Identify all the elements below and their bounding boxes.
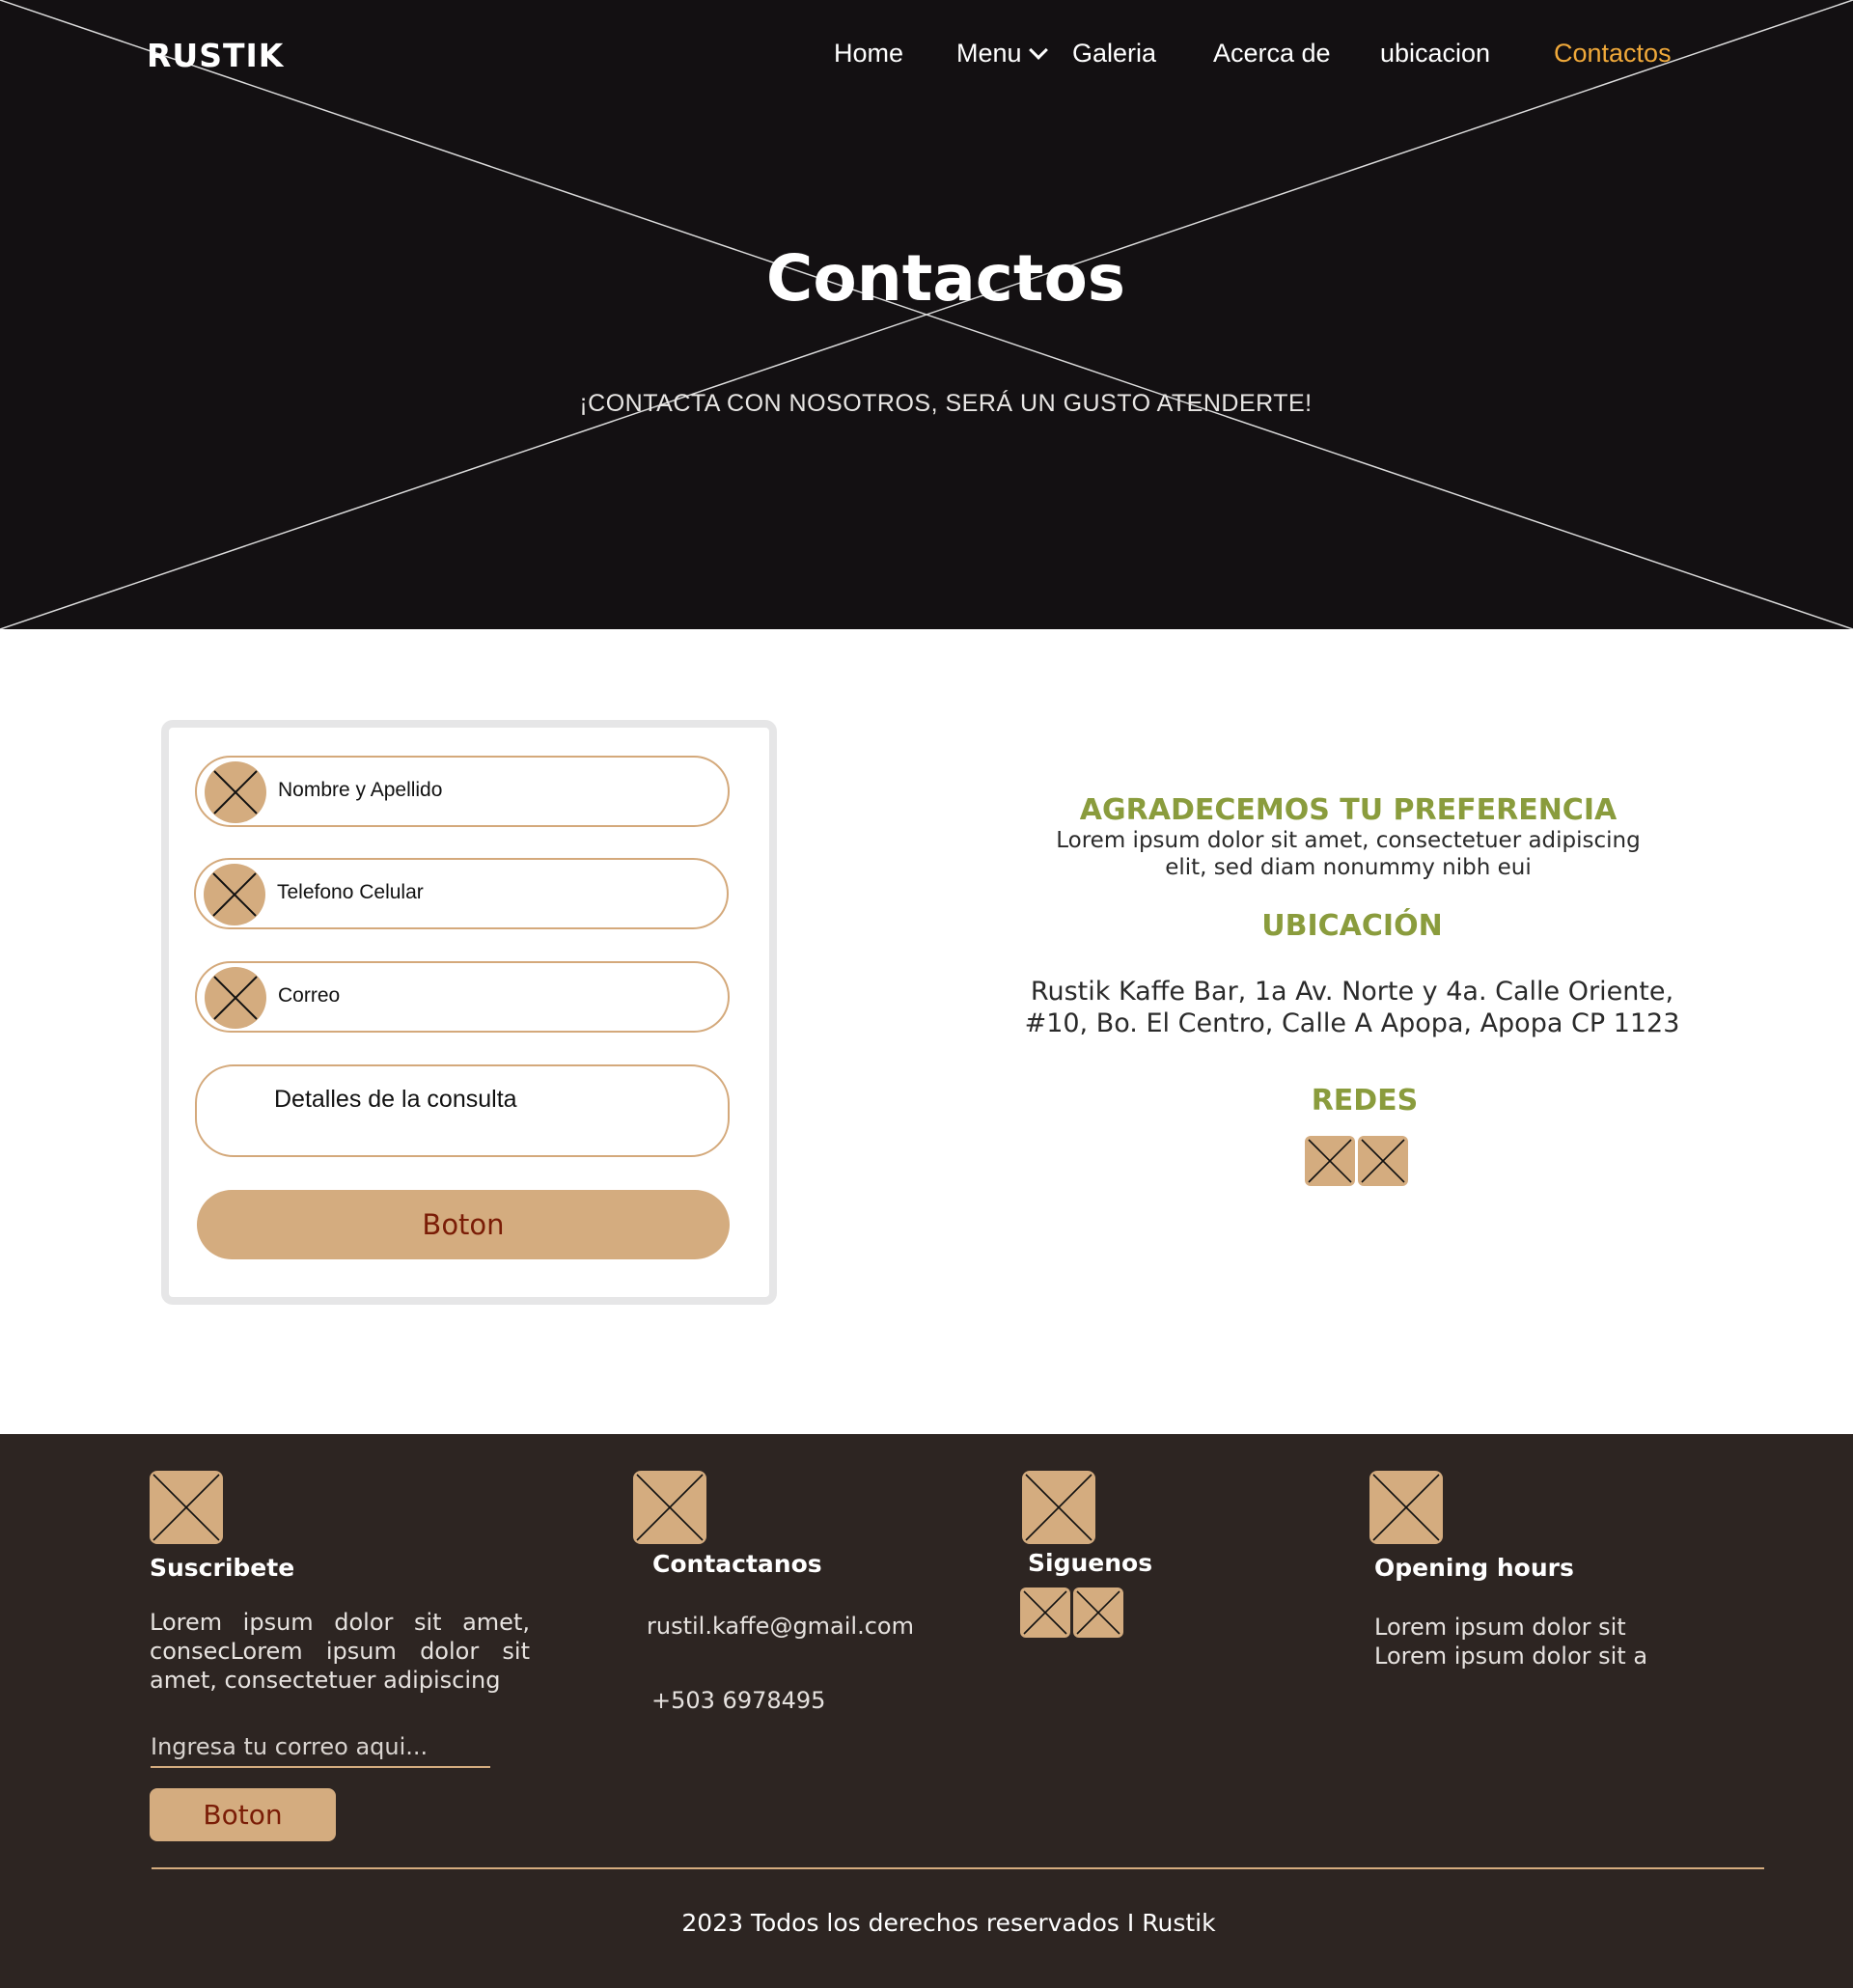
contact-email-link[interactable]: rustil.kaffe@gmail.com <box>647 1612 914 1641</box>
nav-menu[interactable]: Menu <box>956 39 1048 69</box>
nav-contactos[interactable]: Contactos <box>1554 39 1672 69</box>
hours-line2: Lorem ipsum dolor sit a <box>1374 1643 1648 1670</box>
follow-heading: Siguenos <box>1028 1549 1153 1577</box>
nav-ubicacion[interactable]: ubicacion <box>1380 39 1490 69</box>
location-heading: UBICACIÓN <box>1261 909 1443 943</box>
chevron-down-icon <box>1028 41 1048 60</box>
email-field-label: Correo <box>278 984 341 1007</box>
subscribe-button[interactable]: Boton <box>150 1788 336 1841</box>
placeholder-image-icon <box>204 864 265 925</box>
contact-icon <box>633 1471 706 1544</box>
brand-logo[interactable]: RUSTIK <box>147 37 284 74</box>
hours-heading: Opening hours <box>1374 1554 1574 1582</box>
hours-icon <box>1369 1471 1443 1544</box>
hero-banner: RUSTIK Home Menu Galeria Acerca de ubica… <box>0 0 1853 629</box>
social-link-icon[interactable] <box>1305 1136 1355 1186</box>
thanks-heading: AGRADECEMOS TU PREFERENCIA <box>1079 793 1618 827</box>
copyright-text: 2023 Todos los derechos reservados I Rus… <box>681 1909 1216 1937</box>
contact-heading: Contactanos <box>652 1550 822 1578</box>
phone-field[interactable]: Telefono Celular <box>194 858 729 929</box>
thanks-text-line2: elit, sed diam nonummy nibh eui <box>1165 855 1532 880</box>
nav-acerca-de[interactable]: Acerca de <box>1213 39 1331 69</box>
contact-phone-link[interactable]: +503 6978495 <box>651 1686 825 1715</box>
placeholder-image-icon <box>205 761 266 823</box>
subscribe-heading: Suscribete <box>150 1554 295 1582</box>
phone-field-label: Telefono Celular <box>277 881 424 903</box>
nav-home[interactable]: Home <box>834 39 903 69</box>
address-line1: Rustik Kaffe Bar, 1a Av. Norte y 4a. Cal… <box>1030 977 1674 1007</box>
name-field[interactable]: Nombre y Apellido <box>195 756 730 827</box>
details-textarea[interactable]: Detalles de la consulta <box>195 1064 730 1157</box>
follow-icon <box>1022 1471 1095 1544</box>
thanks-text-line1: Lorem ipsum dolor sit amet, consectetuer… <box>1056 828 1641 853</box>
address-line2: #10, Bo. El Centro, Calle A Apopa, Apopa… <box>1024 1008 1680 1038</box>
footer-social-link-icon[interactable] <box>1020 1588 1070 1638</box>
details-textarea-label: Detalles de la consulta <box>274 1086 517 1113</box>
site-footer <box>0 1434 1853 1988</box>
nav-menu-label: Menu <box>956 39 1022 68</box>
page-subtitle: ¡CONTACTA CON NOSOTROS, SERÁ UN GUSTO AT… <box>579 390 1313 417</box>
subscribe-text: Lorem ipsum dolor sit amet, consecLorem … <box>150 1609 530 1694</box>
footer-divider <box>152 1867 1764 1869</box>
name-field-label: Nombre y Apellido <box>278 779 443 801</box>
email-field[interactable]: Correo <box>195 961 730 1033</box>
subscribe-email-input[interactable] <box>151 1727 490 1768</box>
submit-button[interactable]: Boton <box>197 1190 730 1259</box>
placeholder-image-icon <box>205 967 266 1029</box>
subscribe-icon <box>150 1471 223 1544</box>
social-heading: REDES <box>1311 1084 1419 1118</box>
hours-line1: Lorem ipsum dolor sit <box>1374 1614 1626 1641</box>
social-link-icon[interactable] <box>1358 1136 1408 1186</box>
footer-social-link-icon[interactable] <box>1073 1588 1123 1638</box>
page-title: Contactos <box>765 241 1126 316</box>
nav-galeria[interactable]: Galeria <box>1072 39 1156 69</box>
